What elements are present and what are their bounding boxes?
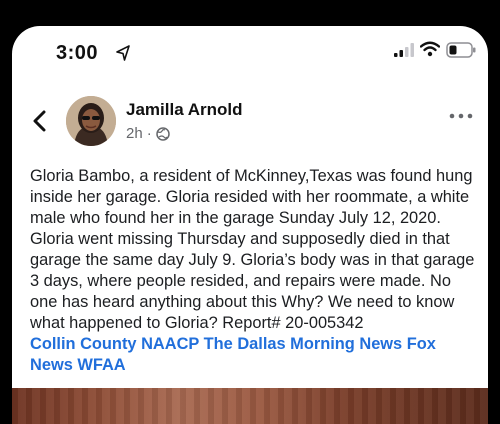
globe-icon [155,126,170,141]
chevron-left-icon[interactable] [32,110,48,132]
avatar-photo [66,96,116,146]
post-tags: Collin County NAACP The Dallas Morning N… [30,335,436,374]
tag-collin-county-naacp[interactable]: Collin County NAACP [30,335,199,353]
tag-dallas-morning-news[interactable]: The Dallas Morning News [204,335,403,353]
tag-wfaa[interactable]: WFAA [77,356,125,374]
post-meta: 2h · [126,125,170,142]
post-header: Jamilla Arnold 2h · [12,92,488,152]
post-time[interactable]: 2h [126,125,143,142]
phone-screen: 3:00 Jamilla Arnold 2h · Gloria Bambo, a… [12,26,488,424]
post-text: Gloria Bambo, a resident of McKinney,Tex… [30,167,475,332]
cell-signal-icon [394,43,414,57]
avatar[interactable] [66,96,116,146]
post-media-image[interactable] [12,388,488,424]
meta-separator: · [146,125,152,142]
status-time: 3:00 [56,42,99,64]
wifi-icon [420,41,440,57]
more-dots-icon[interactable] [448,112,474,120]
battery-icon [446,42,476,58]
post-body: Gloria Bambo, a resident of McKinney,Tex… [30,166,480,376]
post-author-name[interactable]: Jamilla Arnold [126,100,243,120]
location-arrow-icon [116,45,130,61]
status-bar: 3:00 [12,26,488,74]
